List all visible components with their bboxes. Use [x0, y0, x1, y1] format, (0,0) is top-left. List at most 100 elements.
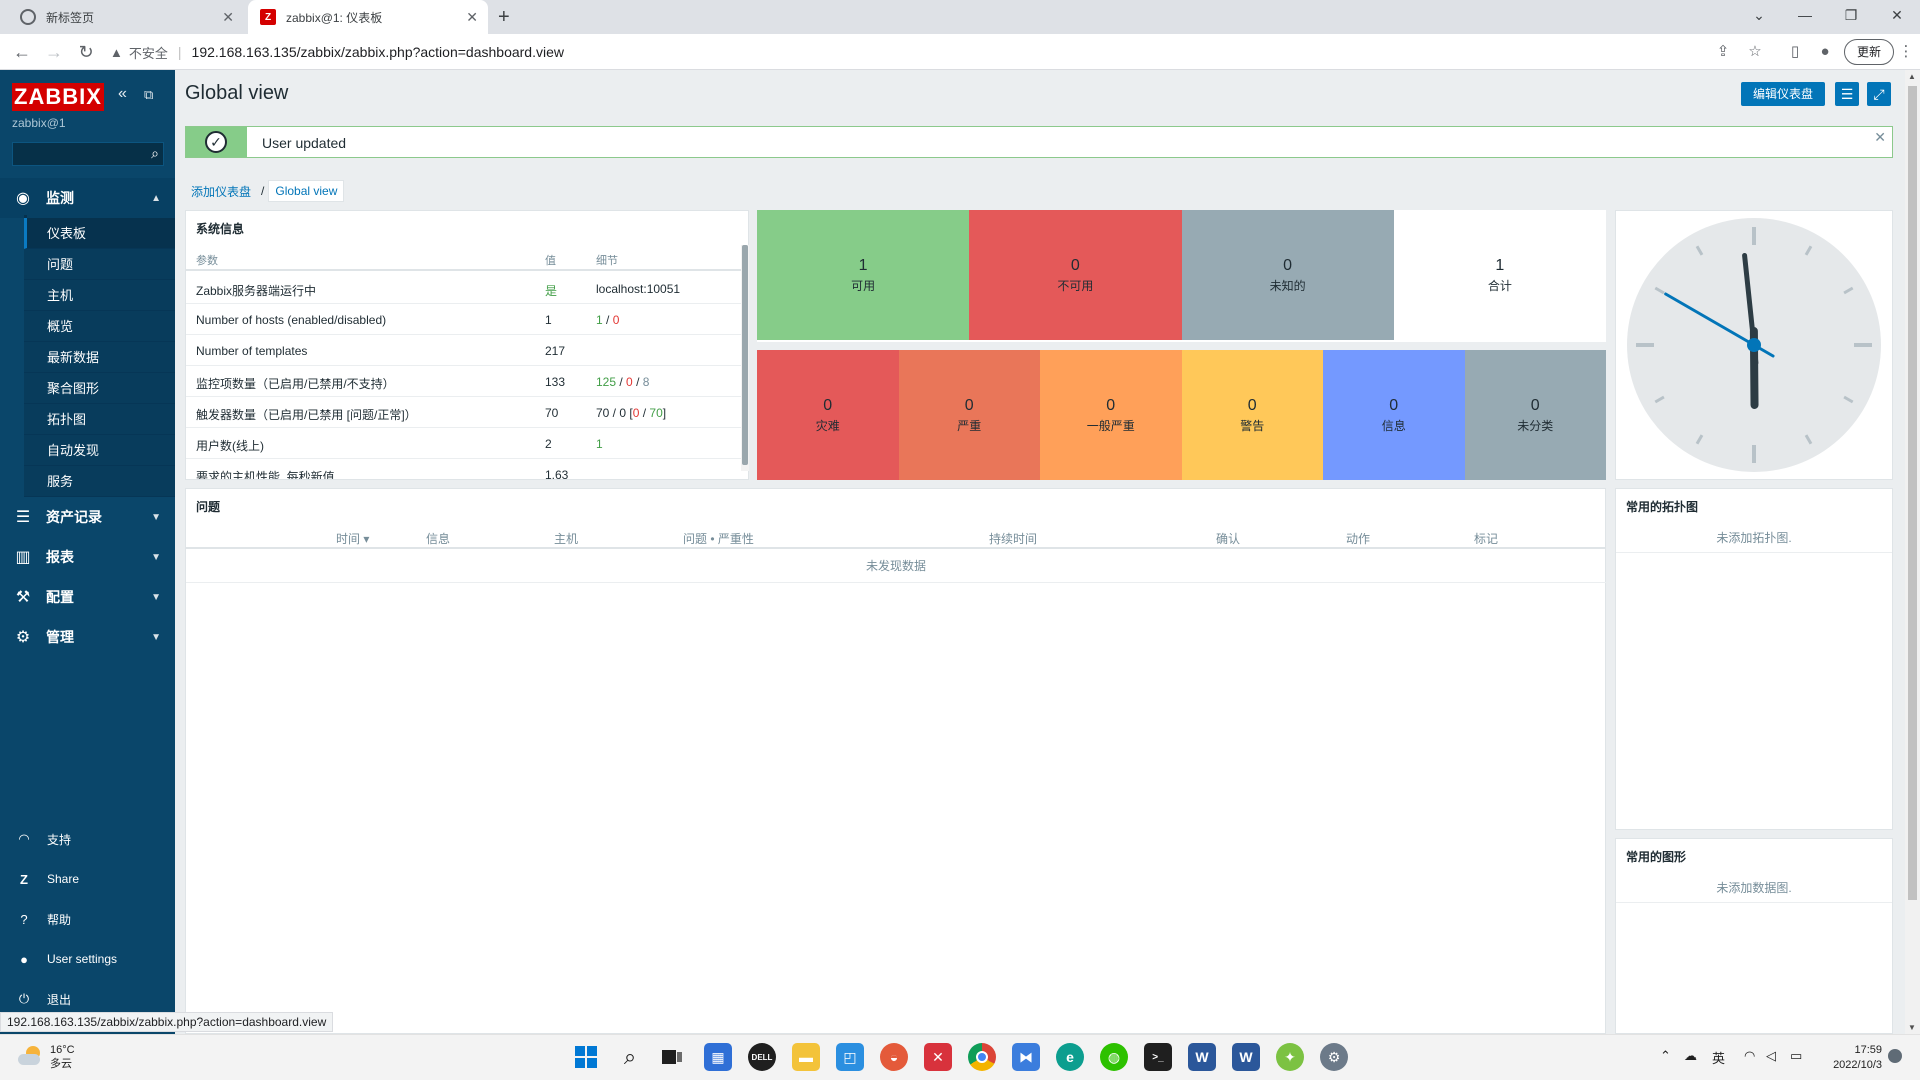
xmind-icon[interactable]: ✕: [924, 1043, 952, 1071]
forward-icon[interactable]: →: [42, 40, 66, 64]
col-tags: 标记: [1474, 532, 1499, 546]
back-icon[interactable]: ←: [10, 40, 34, 64]
minimize-button[interactable]: —: [1782, 0, 1828, 30]
browser-tab-newtab[interactable]: 新标签页 ✕: [8, 0, 244, 34]
value-cell: 2: [545, 437, 552, 451]
taskbar-clock[interactable]: 17:59 2022/10/3: [1818, 1043, 1882, 1073]
word-doc-icon[interactable]: W: [1232, 1043, 1260, 1071]
windows-start-icon[interactable]: [572, 1043, 600, 1071]
severity-cell[interactable]: 0 未分类: [1464, 350, 1606, 480]
sidebar-section-administration[interactable]: ⚙ 管理 ▼: [0, 617, 175, 657]
widget-scrollbar[interactable]: [741, 245, 749, 471]
app-flow-icon[interactable]: ⧓: [1012, 1043, 1040, 1071]
severity-cell[interactable]: 0 信息: [1323, 350, 1465, 480]
chrome-icon[interactable]: [968, 1043, 996, 1071]
host-availability-cell[interactable]: 0 不可用: [969, 210, 1182, 340]
breadcrumb-dashboards[interactable]: 添加仪表盘: [185, 183, 257, 200]
menu-dots-icon[interactable]: ⋮: [1896, 42, 1916, 62]
new-tab-button[interactable]: +: [498, 6, 510, 29]
search-icon[interactable]: ⌕: [616, 1043, 644, 1071]
file-explorer-icon[interactable]: ▬: [792, 1043, 820, 1071]
sidebar-user-settings[interactable]: ● User settings: [0, 942, 175, 976]
sidebar-support[interactable]: ◠ 支持: [0, 822, 175, 856]
sidebar-section-inventory[interactable]: ☰ 资产记录 ▼: [0, 497, 175, 537]
page-scrollbar[interactable]: ▲ ▼: [1905, 70, 1920, 1034]
store-icon[interactable]: ▦: [704, 1043, 732, 1071]
notification-icon[interactable]: [1888, 1049, 1902, 1063]
sidebar-item-overview[interactable]: 概览: [24, 311, 175, 342]
severity-cell[interactable]: 0 灾难: [757, 350, 899, 480]
onedrive-icon[interactable]: ☁: [1684, 1048, 1697, 1064]
app-red-icon[interactable]: ◒: [880, 1043, 908, 1071]
volume-icon[interactable]: ◁: [1766, 1048, 1776, 1064]
col-ack: 确认: [1216, 532, 1241, 546]
reload-icon[interactable]: ↻: [74, 40, 98, 64]
ime-indicator[interactable]: 英: [1712, 1048, 1725, 1067]
wechat-icon[interactable]: ◍: [1100, 1043, 1128, 1071]
sidebar-section-monitoring[interactable]: ◉ 监测 ▲: [0, 178, 175, 218]
sidebar: ZABBIX « ⧉ zabbix@1 ⌕ ◉ 监测 ▲ 仪表板 问题 主机 概…: [0, 70, 175, 1034]
close-message-icon[interactable]: ✕: [1874, 129, 1886, 146]
sidebar-item-hosts[interactable]: 主机: [24, 280, 175, 311]
maximize-button[interactable]: ❐: [1828, 0, 1874, 30]
close-tab-icon[interactable]: ✕: [466, 9, 478, 26]
edge-icon[interactable]: e: [1056, 1043, 1084, 1071]
page-scrollbar-thumb[interactable]: [1908, 86, 1917, 900]
fullscreen-icon[interactable]: ⤢: [1867, 82, 1891, 106]
sidebar-item-services[interactable]: 服务: [24, 466, 175, 497]
chevron-down-icon: ▼: [151, 511, 161, 523]
severity-cell[interactable]: 0 一般严重: [1040, 350, 1182, 480]
host-availability-cell[interactable]: 1 合计: [1393, 210, 1606, 340]
task-view-icon[interactable]: [658, 1043, 686, 1071]
battery-icon[interactable]: ▭: [1790, 1048, 1802, 1064]
sidebar-item-discovery[interactable]: 自动发现: [24, 435, 175, 466]
collapse-sidebar-icon[interactable]: «: [118, 85, 127, 103]
weather-widget[interactable]: 16°C 多云: [18, 1043, 75, 1071]
profile-avatar-icon[interactable]: ●: [1815, 42, 1835, 62]
share-page-icon[interactable]: ⇪: [1713, 42, 1733, 62]
app-green-icon[interactable]: ✦: [1276, 1043, 1304, 1071]
edit-dashboard-button[interactable]: 编辑仪表盘: [1741, 82, 1825, 106]
zabbix-logo[interactable]: ZABBIX: [12, 83, 104, 111]
sidebar-section-reports[interactable]: ▥ 报表 ▼: [0, 537, 175, 577]
sidebar-section-configuration[interactable]: ⚒ 配置 ▼: [0, 577, 175, 617]
table-header: 参数 值 细节: [186, 247, 741, 271]
breadcrumb-current[interactable]: Global view: [268, 180, 345, 202]
sidebar-item-problems[interactable]: 问题: [24, 249, 175, 280]
col-time[interactable]: 时间 ▾: [336, 530, 369, 547]
url-field[interactable]: ▲ 不安全 | 192.168.163.135/zabbix/zabbix.ph…: [110, 38, 1710, 66]
severity-cell[interactable]: 0 警告: [1181, 350, 1323, 480]
severity-cell[interactable]: 0 严重: [898, 350, 1040, 480]
scroll-down-icon[interactable]: ▼: [1908, 1023, 1916, 1032]
sidebar-signout[interactable]: ⏻ 退出: [0, 982, 175, 1016]
update-button[interactable]: 更新: [1844, 39, 1894, 65]
kiosk-mode-icon[interactable]: ⧉: [144, 87, 153, 103]
scrollbar-thumb[interactable]: [742, 245, 748, 465]
close-tab-icon[interactable]: ✕: [222, 9, 234, 26]
sidebar-item-latest-data[interactable]: 最新数据: [24, 342, 175, 373]
dell-icon[interactable]: DELL: [748, 1043, 776, 1071]
tray-chevron-icon[interactable]: ⌃: [1660, 1048, 1671, 1064]
sidebar-item-screens[interactable]: 聚合图形: [24, 373, 175, 404]
close-window-button[interactable]: ✕: [1874, 0, 1920, 30]
terminal-icon[interactable]: >_: [1144, 1043, 1172, 1071]
sidebar-item-dashboard[interactable]: 仪表板: [24, 218, 175, 249]
browser-tab-zabbix[interactable]: Z zabbix@1: 仪表板 ✕: [248, 0, 488, 34]
sidebar-help[interactable]: ? 帮助: [0, 902, 175, 936]
tab-search-icon[interactable]: ⌄: [1736, 0, 1782, 30]
word-icon[interactable]: W: [1188, 1043, 1216, 1071]
sidebar-item-maps[interactable]: 拓扑图: [24, 404, 175, 435]
app-blue-icon[interactable]: ◰: [836, 1043, 864, 1071]
search-input[interactable]: ⌕: [12, 142, 164, 166]
host-availability-cell[interactable]: 0 未知的: [1181, 210, 1394, 340]
host-availability-cell[interactable]: 1 可用: [757, 210, 970, 340]
bookmark-star-icon[interactable]: ☆: [1745, 42, 1765, 62]
severity-count: 0: [1530, 396, 1540, 414]
settings-icon[interactable]: ⚙: [1320, 1043, 1348, 1071]
side-panel-icon[interactable]: ▯: [1785, 42, 1805, 62]
sidebar-share[interactable]: Z Share: [0, 862, 175, 896]
wifi-icon[interactable]: ◠: [1744, 1048, 1755, 1064]
actions-menu-icon[interactable]: ☰: [1835, 82, 1859, 106]
scroll-up-icon[interactable]: ▲: [1908, 72, 1916, 81]
search-icon[interactable]: ⌕: [151, 145, 159, 162]
